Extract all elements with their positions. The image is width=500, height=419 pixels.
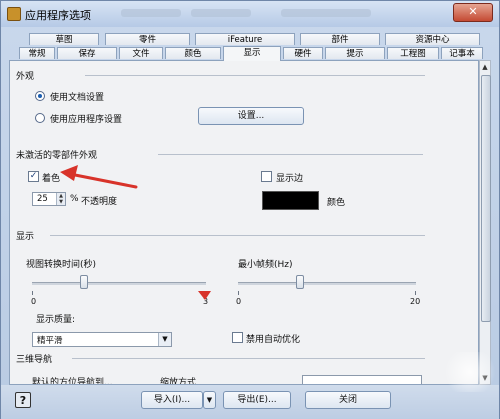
tab-content-center[interactable]: 资源中心	[385, 33, 480, 45]
tab-save[interactable]: 保存	[57, 47, 117, 59]
display-quality-label: 显示质量:	[36, 315, 76, 325]
separator	[50, 235, 425, 236]
inactive-section-title: 未激活的零部件外观	[16, 151, 98, 161]
import-dropdown-icon[interactable]: ▼	[203, 391, 216, 409]
use-doc-settings-radio[interactable]	[35, 91, 45, 101]
title-bar-blur	[191, 9, 251, 17]
min-fps-slider[interactable]	[296, 275, 305, 289]
use-doc-settings-label: 使用文档设置	[50, 93, 105, 103]
view-transition-label: 视图转换时间(秒)	[26, 260, 97, 270]
window-title: 应用程序选项	[25, 9, 91, 22]
vertical-scrollbar[interactable]: ▲ ▼	[479, 60, 491, 385]
min-fps-label: 最小帧频(Hz)	[238, 260, 293, 270]
slider-tick	[205, 291, 206, 295]
display-tab-panel: 外观 使用文档设置 使用应用程序设置 设置... 未激活的零部件外观 ✓ 着色 …	[9, 60, 479, 385]
tab-ifeature[interactable]: iFeature	[195, 33, 295, 45]
app-icon	[7, 7, 21, 21]
nav3d-select[interactable]	[302, 375, 422, 384]
opacity-unit: %	[70, 194, 79, 204]
slider-tick	[415, 291, 416, 295]
view-transition-max: 3	[203, 297, 209, 306]
shading-label: 着色	[42, 174, 61, 184]
min-fps-max: 20	[410, 297, 421, 306]
slider-tick	[238, 291, 239, 295]
disable-auto-optimize-checkbox[interactable]	[232, 332, 243, 343]
view-transition-min: 0	[31, 297, 37, 306]
tab-hardware[interactable]: 硬件	[283, 47, 323, 59]
title-bar-blur	[281, 9, 371, 17]
show-edges-checkbox[interactable]	[261, 171, 272, 182]
tab-notebook[interactable]: 记事本	[441, 47, 483, 59]
tab-display[interactable]: 显示	[223, 46, 281, 61]
export-button[interactable]: 导出(E)...	[223, 391, 291, 409]
import-button[interactable]: 导入(I)...	[141, 391, 203, 409]
spinner-arrows-icon[interactable]: ▲ ▼	[56, 193, 65, 205]
color-label: 颜色	[327, 198, 346, 208]
min-fps-track	[238, 282, 416, 285]
close-button[interactable]: 关闭	[305, 391, 391, 409]
opacity-value: 25	[37, 194, 48, 204]
inactive-color-swatch[interactable]	[262, 191, 319, 210]
opacity-spinner[interactable]: 25 ▲ ▼	[32, 192, 66, 206]
shading-checkbox[interactable]: ✓	[28, 171, 39, 182]
min-fps-min: 0	[236, 297, 242, 306]
appearance-section-title: 外观	[16, 72, 35, 82]
slider-tick	[32, 291, 33, 295]
options-dialog: 应用程序选项 ✕ 草图 零件 iFeature 部件 资源中心 常规 保存 文件…	[0, 0, 500, 419]
nav3d-sub-label-1: 默认的方位导航到...	[32, 378, 113, 385]
opacity-label: 不透明度	[81, 197, 118, 207]
use-app-settings-label: 使用应用程序设置	[50, 115, 123, 125]
display-quality-value: 精平滑	[37, 336, 63, 346]
tab-drawing[interactable]: 工程图	[387, 47, 439, 59]
tab-assembly[interactable]: 部件	[300, 33, 380, 45]
tab-color[interactable]: 颜色	[165, 47, 221, 59]
show-edges-label: 显示边	[276, 174, 304, 184]
view-transition-track	[32, 282, 206, 285]
chevron-down-icon: ▼	[158, 333, 171, 346]
scroll-up-icon[interactable]: ▲	[480, 61, 490, 73]
help-button[interactable]: ?	[15, 392, 31, 408]
disable-auto-optimize-label: 禁用自动优化	[246, 335, 301, 345]
nav3d-sub-label-2: 缩放方式	[160, 378, 197, 385]
separator	[72, 358, 425, 359]
appearance-settings-button[interactable]: 设置...	[198, 107, 304, 125]
display-quality-select[interactable]: 精平滑 ▼	[32, 332, 172, 347]
view-transition-slider[interactable]	[80, 275, 89, 289]
use-app-settings-radio[interactable]	[35, 113, 45, 123]
close-window-button[interactable]: ✕	[453, 3, 493, 22]
nav3d-section-title: 三维导航	[16, 355, 53, 365]
tab-general[interactable]: 常规	[19, 47, 55, 59]
watermark	[440, 352, 500, 392]
tab-prompts[interactable]: 提示	[325, 47, 385, 59]
title-bar: 应用程序选项 ✕	[1, 1, 499, 27]
title-bar-blur	[121, 9, 181, 17]
tab-sketch[interactable]: 草图	[29, 33, 99, 45]
scrollbar-thumb[interactable]	[481, 75, 491, 322]
display-section-title: 显示	[16, 232, 35, 242]
separator	[158, 154, 423, 155]
separator	[85, 75, 425, 76]
tab-file[interactable]: 文件	[119, 47, 163, 59]
tab-part[interactable]: 零件	[105, 33, 190, 45]
